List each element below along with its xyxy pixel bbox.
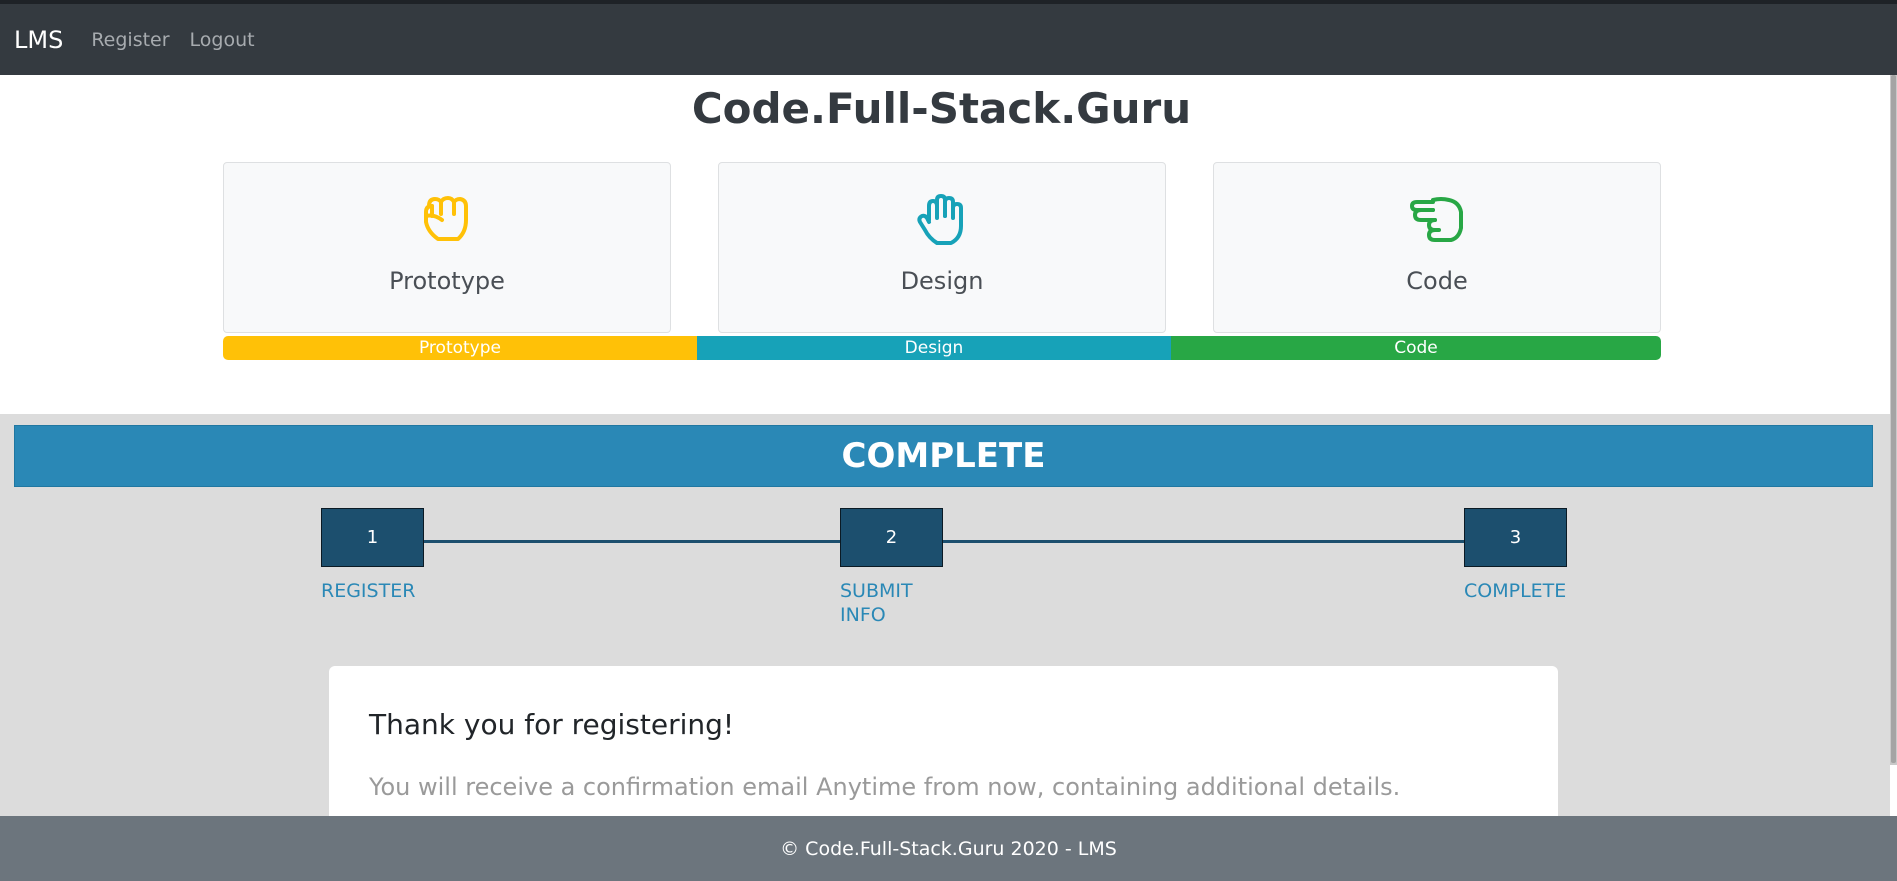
hand-rock-icon bbox=[224, 194, 670, 244]
confirmation-heading: Thank you for registering! bbox=[369, 708, 735, 741]
scrollbar-thumb[interactable] bbox=[1891, 75, 1896, 763]
top-navbar: LMS Register Logout bbox=[0, 4, 1897, 75]
progress-segment-design: Design bbox=[697, 336, 1171, 360]
page-footer: © Code.Full-Stack.Guru 2020 - LMS bbox=[0, 816, 1897, 881]
card-design: Design bbox=[718, 162, 1166, 333]
hand-paper-icon bbox=[719, 194, 1165, 246]
complete-banner: COMPLETE bbox=[14, 425, 1873, 487]
card-label-design: Design bbox=[900, 267, 984, 295]
hand-pointing-icon bbox=[1214, 194, 1660, 244]
footer-text: © Code.Full-Stack.Guru 2020 - LMS bbox=[780, 837, 1117, 860]
page-title: Code.Full-Stack.Guru bbox=[691, 84, 1192, 133]
progress-bar: Prototype Design Code bbox=[223, 336, 1661, 360]
feature-cards: Prototype Design Code bbox=[223, 162, 1661, 333]
card-label-prototype: Prototype bbox=[389, 267, 505, 295]
step-1-box[interactable]: 1 bbox=[321, 508, 424, 567]
nav-link-register[interactable]: Register bbox=[91, 29, 169, 51]
nav-link-logout[interactable]: Logout bbox=[190, 29, 255, 51]
card-prototype: Prototype bbox=[223, 162, 671, 333]
progress-segment-prototype: Prototype bbox=[223, 336, 697, 360]
progress-segment-code: Code bbox=[1171, 336, 1661, 360]
step-3-box[interactable]: 3 bbox=[1464, 508, 1567, 567]
navbar-brand[interactable]: LMS bbox=[14, 26, 63, 54]
confirmation-message: You will receive a confirmation email An… bbox=[369, 773, 1401, 801]
step-2-box[interactable]: 2 bbox=[840, 508, 943, 567]
card-label-code: Code bbox=[1406, 267, 1468, 295]
card-code: Code bbox=[1213, 162, 1661, 333]
